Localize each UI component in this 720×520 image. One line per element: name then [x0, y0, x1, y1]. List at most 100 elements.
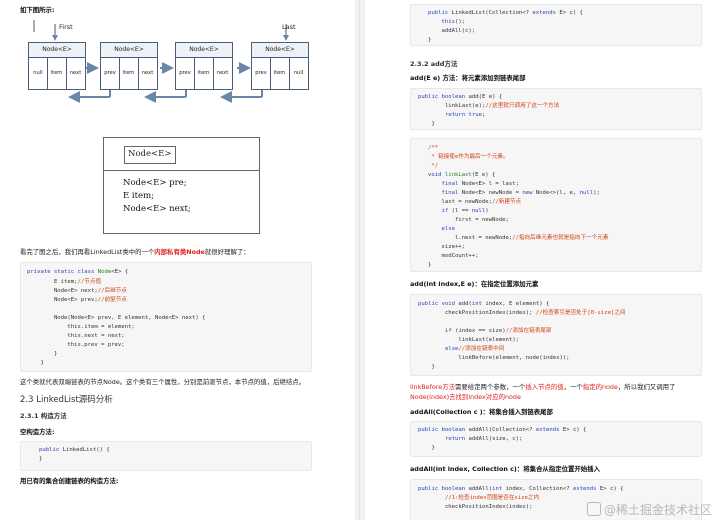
addall-desc: addAll(Collection c )：将集合插入到链表尾部 [410, 408, 553, 416]
node-field: E item; [123, 191, 154, 201]
code-line: } [418, 364, 435, 370]
add-desc: add(E e) 方法：将元素添加到链表尾部 [410, 74, 526, 82]
node-title: Node<E> [176, 43, 232, 58]
node-cell: item [47, 57, 67, 89]
node-header-title: Node<E> [128, 149, 172, 159]
section-heading: 2.3 LinkedList源码分析 [20, 395, 113, 405]
code-line: * 链接使e作为最后一个元素。 [428, 154, 509, 160]
subsection-heading: 2.3.2 add方法 [410, 60, 458, 68]
subsection-heading: 2.3.1 构造方法 [20, 412, 67, 420]
node-title: Node<E> [252, 43, 308, 58]
node-field: Node<E> pre; [123, 178, 187, 188]
node-cell: prev [101, 57, 120, 89]
node-cell: next [69, 70, 82, 76]
code-line: */ [428, 163, 439, 169]
node-cell: prev [252, 57, 271, 89]
node-title: Node<E> [101, 43, 157, 58]
code-line: public void add(int index, E element) { [418, 301, 550, 307]
watermark: @稀土掘金技术社区 [586, 501, 712, 518]
code-line: final Node<E> newNode = new Node<>(l, e,… [441, 190, 600, 196]
add-method-code: public boolean add(E e) { linkLast(e);//… [410, 88, 702, 130]
code-line: E item;//节点值 [27, 279, 102, 285]
node-cell: prev [176, 57, 195, 89]
code-line: } [428, 37, 432, 43]
code-line: } [428, 262, 432, 268]
code-line: /** [428, 145, 439, 151]
code-line: else [441, 226, 455, 232]
code-line: addAll(c); [428, 28, 476, 34]
node-cell: null [293, 70, 304, 76]
code-line: return true; [444, 112, 486, 118]
list-node-3: Node<E> prev item next [175, 42, 233, 90]
left-page: 如下图所示: First Last Node<E> null item next… [0, 0, 355, 520]
addall-code: public boolean addAll(Collection<? exten… [410, 421, 702, 457]
node-class-code: private static class Node<E> { E item;//… [20, 262, 312, 372]
code-line: } [39, 456, 43, 462]
code-line: Node<E> prev;//前驱节点 [27, 297, 127, 303]
collection-ctor-code: public LinkedList(Collection<? extends E… [410, 4, 702, 46]
linkbefore-explanation: linkBefore方法需要给定两个参数，一个插入节点的值，一个指定的node，… [410, 383, 676, 391]
node-cell: next [216, 70, 229, 76]
code-line: this(); [441, 19, 466, 25]
code-line: checkPositionIndex(index); //检查索引是否处于[0-… [418, 310, 626, 316]
code-line: linkLast(element); [418, 337, 520, 343]
code-line: last = newNode;//新建节点 [428, 199, 522, 205]
linkbefore-explanation-2: Node(index)去找到index对应的node [410, 393, 521, 401]
code-line: linkLast(e);//这里就只调用了这一个方法 [418, 103, 560, 109]
empty-ctor-code: public LinkedList() { } [20, 441, 312, 471]
code-line: l.next = newNode;//指向后继元素也就是指向下一个元素 [428, 235, 609, 241]
code-line: modCount++; [428, 253, 479, 259]
code-line: checkPositionIndex(index); [418, 504, 533, 510]
code-line: public LinkedList(Collection<? extends E… [428, 10, 583, 16]
code-line: void linkLast(E e) { [428, 172, 496, 178]
code-line: if (index == size)//添加在链表尾部 [444, 328, 552, 334]
code-line: final Node<E> l = last; [441, 181, 519, 187]
right-page: public LinkedList(Collection<? extends E… [365, 0, 720, 520]
code-line: public boolean add(E e) { [418, 94, 503, 100]
code-line: } [27, 351, 58, 357]
empty-ctor-label: 空构造方法: [20, 428, 55, 436]
code-line: Node<E> next;//后继节点 [27, 288, 127, 294]
node-cell: null [29, 57, 48, 89]
existing-ctor-label: 用已有的集合创建链表的构造方法: [20, 477, 119, 485]
node-structure-diagram: Node<E> Node<E> pre; E item; Node<E> nex… [103, 137, 260, 234]
code-line: this.item = element; [27, 324, 135, 330]
list-node-1: Node<E> null item next [28, 42, 86, 90]
node-cell: item [119, 57, 139, 89]
node-cell: next [141, 70, 154, 76]
code-line: public boolean addAll(int index, Collect… [418, 486, 624, 492]
linklast-code: /** * 链接使e作为最后一个元素。 */ void linkLast(E e… [410, 138, 702, 272]
code-line: private static class Node<E> { [27, 269, 129, 275]
last-label: Last [282, 23, 296, 31]
code-line: } [418, 121, 435, 127]
code-line: else//添加在链表中间 [444, 346, 505, 352]
node-description: 这个类就代表双端链表的节点Node。这个类有三个属性，分别是前驱节点，本节点的值… [20, 378, 306, 386]
code-line: this.prev = prev; [27, 342, 125, 348]
list-node-2: Node<E> prev item next [100, 42, 158, 90]
code-line: if (l == null) [441, 208, 489, 214]
code-line: first = newNode; [428, 217, 509, 223]
juejin-logo-icon [586, 502, 601, 516]
code-line: return addAll(size, c); [444, 436, 523, 442]
linked-list-diagram: First Last Node<E> null item next Node<E… [0, 0, 355, 135]
first-label: First [59, 23, 73, 31]
node-cell: item [270, 57, 290, 89]
list-node-4: Node<E> prev item null [251, 42, 309, 90]
after-diagram-text: 看完了图之后，我们再看LinkedList类中的一个内部私有类Node就很好理解… [20, 248, 250, 256]
node-separator [104, 170, 259, 171]
code-line: } [27, 360, 44, 366]
code-line: //1:检查index范围是否在size之内 [444, 495, 540, 501]
addall-index-desc: addAll(int index, Collection c)：将集合从指定位置… [410, 465, 600, 473]
code-line: this.next = next; [27, 333, 125, 339]
code-line: Node(Node<E> prev, E element, Node<E> ne… [27, 315, 206, 321]
add-index-code: public void add(int index, E element) { … [410, 294, 702, 376]
code-line: linkBefore(element, node(index)); [418, 355, 570, 361]
code-line: public boolean addAll(Collection<? exten… [418, 427, 587, 433]
node-cell: item [194, 57, 214, 89]
add-index-desc: add(int index,E e)：在指定位置添加元素 [410, 280, 539, 288]
code-line: } [418, 445, 435, 451]
code-line: size++; [428, 244, 466, 250]
node-title: Node<E> [29, 43, 85, 58]
code-line: public LinkedList() { [39, 447, 110, 453]
node-field: Node<E> next; [123, 204, 191, 214]
